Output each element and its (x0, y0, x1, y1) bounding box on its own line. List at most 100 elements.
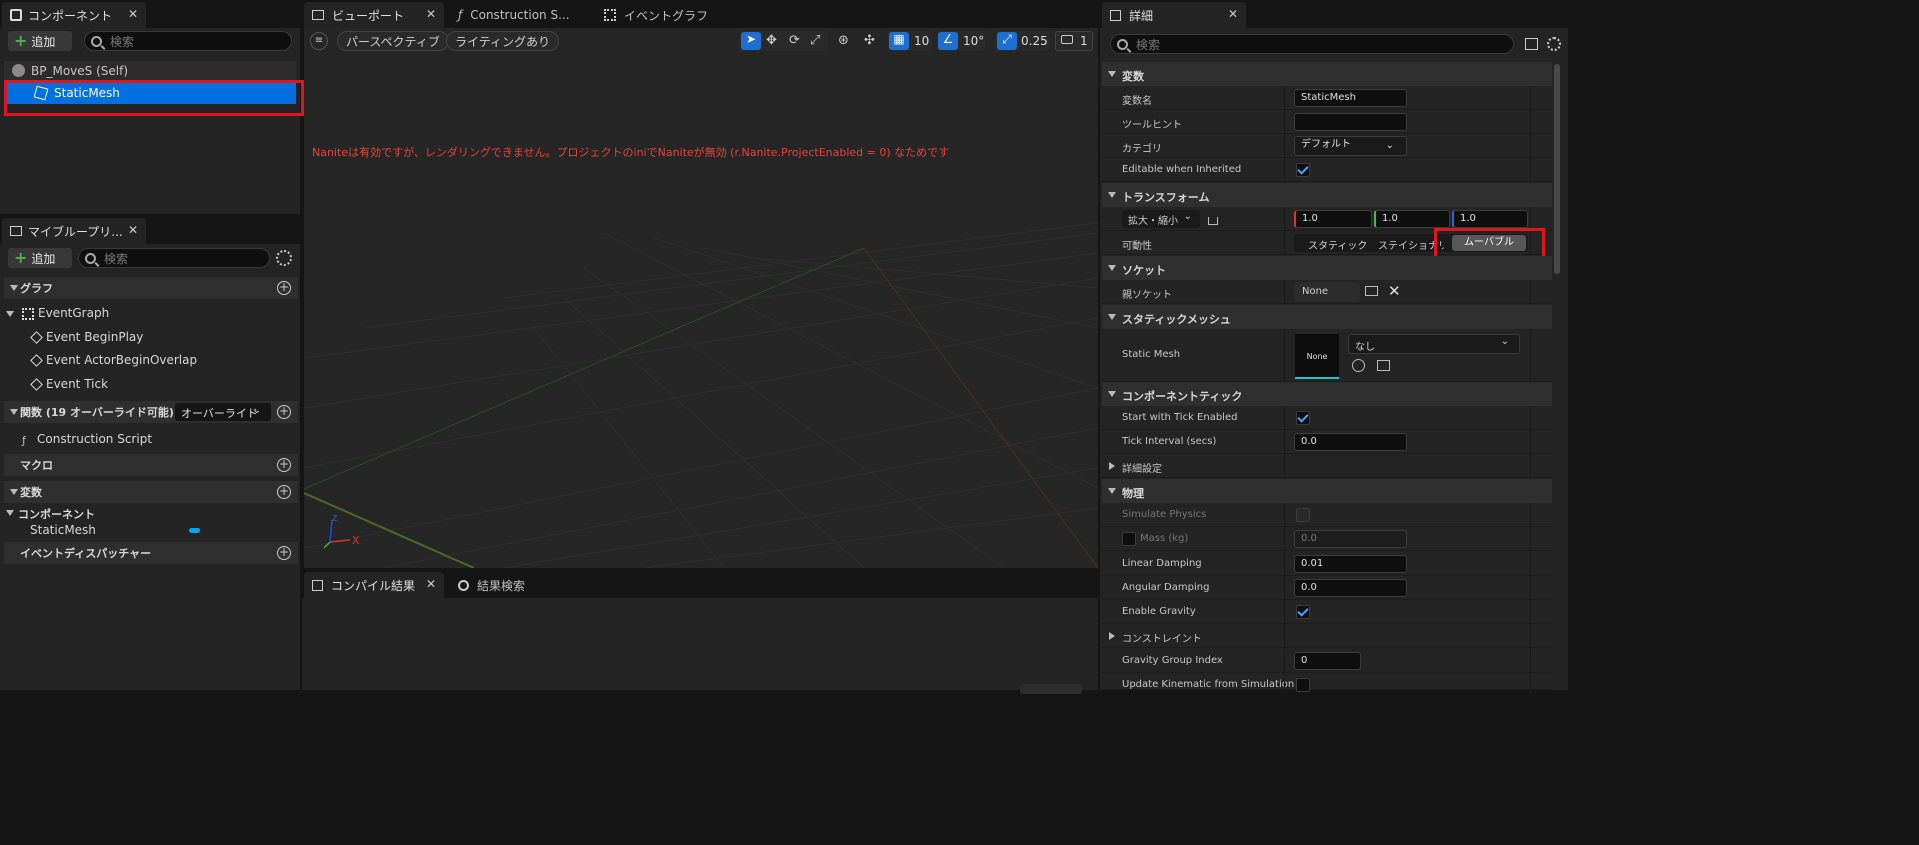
tab-details[interactable]: 詳細 ✕ (1102, 2, 1246, 28)
scale-z-input[interactable]: 1.0 (1452, 210, 1528, 228)
folder-search-icon[interactable] (1365, 286, 1378, 296)
mass-override-checkbox[interactable] (1122, 532, 1136, 546)
select-tool-icon[interactable]: ➤ (741, 32, 761, 50)
chevron-down-icon: ⌄ (1385, 140, 1394, 151)
details-scrollbar[interactable] (1554, 64, 1560, 274)
collapse-icon (1108, 314, 1116, 320)
details-search-input[interactable]: 検索 (1110, 34, 1514, 54)
category-dropdown[interactable]: デフォルト ⌄ (1294, 136, 1407, 156)
editable-checkbox[interactable] (1296, 163, 1310, 177)
perspective-button[interactable]: パースペクティブ (337, 31, 449, 51)
viewport-menu-icon[interactable]: ≡ (310, 32, 328, 50)
rotate-tool-icon[interactable]: ⟳ (789, 33, 800, 48)
tooltip-input[interactable] (1294, 113, 1407, 131)
world-space-icon[interactable]: ⊛ (838, 33, 849, 48)
tick-interval-input[interactable]: 0.0 (1294, 433, 1407, 451)
viewport-area[interactable]: Naniteは有効ですが、レンダリングできません。プロジェクトのiniでNani… (304, 28, 1098, 568)
surface-snap-icon[interactable]: ✣ (864, 33, 875, 48)
close-icon[interactable]: ✕ (128, 223, 138, 237)
gear-icon[interactable] (1547, 37, 1561, 51)
variable-staticmesh[interactable]: StaticMesh (30, 523, 96, 537)
var-name-input[interactable]: StaticMesh (1294, 89, 1407, 107)
camera-speed-button[interactable]: 1 (1055, 31, 1093, 51)
tab-construction-script[interactable]: ƒ Construction S... (450, 2, 594, 28)
row-constraints[interactable]: コンストレイント (1102, 624, 1552, 648)
tab-compile-results[interactable]: コンパイル結果 ✕ (304, 572, 444, 598)
scale-snap-icon: ⤢ (997, 32, 1017, 50)
macro-section-header[interactable]: マクロ (4, 454, 298, 476)
angular-damping-input[interactable]: 0.0 (1294, 579, 1407, 597)
gear-icon[interactable] (276, 250, 292, 266)
close-icon[interactable]: ✕ (128, 7, 138, 21)
add-graph-button[interactable]: + (277, 281, 291, 295)
add-member-button[interactable]: + 追加 (8, 248, 72, 268)
scale-tool-icon[interactable]: ⤢ (810, 33, 820, 48)
actor-icon (12, 64, 25, 77)
search-icon (91, 35, 102, 47)
tab-viewport[interactable]: ビューポート ✕ (304, 2, 444, 28)
variables-section-header[interactable]: 変数 (4, 481, 298, 503)
gravity-group-input[interactable]: 0 (1294, 652, 1361, 670)
row-angular-damping: Angular Damping 0.0 (1102, 576, 1552, 600)
collapse-icon (1108, 265, 1116, 271)
scale-x-input[interactable]: 1.0 (1294, 210, 1372, 228)
close-icon[interactable]: ✕ (1228, 7, 1238, 21)
section-static-mesh[interactable]: スタティックメッシュ (1102, 305, 1552, 329)
search-icon (85, 252, 96, 264)
static-mesh-thumbnail[interactable]: None (1295, 334, 1339, 379)
clear-button[interactable] (1020, 684, 1082, 694)
search-icon (1117, 38, 1128, 50)
static-mesh-dropdown[interactable]: なし ⌄ (1348, 334, 1520, 354)
close-icon[interactable]: ✕ (426, 577, 436, 591)
tab-event-graph[interactable]: イベントグラフ (596, 2, 736, 28)
tab-my-blueprint[interactable]: マイブループリ... ✕ (2, 218, 146, 244)
section-socket[interactable]: ソケット (1102, 256, 1552, 280)
add-component-button[interactable]: + 追加 (8, 31, 72, 51)
update-kinematic-checkbox[interactable] (1296, 678, 1310, 692)
dispatchers-section-header[interactable]: イベントディスパッチャー (4, 542, 298, 564)
enable-gravity-checkbox[interactable] (1296, 605, 1310, 619)
override-label: オーバーライド (181, 407, 258, 420)
scale-snap-toggle[interactable]: ⤢ 0.25 (996, 31, 1050, 51)
parent-socket-value[interactable]: None (1294, 282, 1360, 302)
section-variable[interactable]: 変数 (1102, 62, 1552, 86)
start-tick-checkbox[interactable] (1296, 411, 1310, 425)
section-component-tick[interactable]: コンポーネントティック (1102, 382, 1552, 406)
section-physics[interactable]: 物理 (1102, 479, 1552, 503)
add-dispatcher-button[interactable]: + (277, 546, 291, 560)
unlock-icon[interactable] (1208, 217, 1218, 225)
close-icon[interactable]: ✕ (426, 7, 436, 21)
table-view-icon[interactable] (1525, 38, 1538, 50)
graph-section-header[interactable]: グラフ (4, 277, 298, 299)
use-selected-icon[interactable] (1352, 359, 1365, 372)
tab-find-results[interactable]: 結果検索 (450, 572, 590, 598)
row-label: Tick Interval (secs) (1122, 436, 1217, 447)
macro-header-label: マクロ (20, 459, 53, 472)
add-macro-button[interactable]: + (277, 458, 291, 472)
row-gravity-group: Gravity Group Index 0 (1102, 649, 1552, 673)
mass-input[interactable]: 0.0 (1294, 530, 1407, 548)
tab-components[interactable]: コンポーネント ✕ (2, 2, 146, 28)
browse-icon[interactable] (1377, 360, 1390, 371)
mybp-search-input[interactable]: 検索 (78, 248, 270, 268)
linear-damping-input[interactable]: 0.01 (1294, 555, 1407, 573)
rotation-snap-toggle[interactable]: ∠ 10° (937, 31, 985, 51)
row-simulate-physics: Simulate Physics (1102, 503, 1552, 527)
section-transform[interactable]: トランスフォーム (1102, 183, 1552, 207)
scale-y-input[interactable]: 1.0 (1374, 210, 1450, 228)
clear-icon[interactable]: ✕ (1388, 282, 1401, 300)
graph-icon (604, 9, 616, 21)
collapse-icon (1108, 71, 1116, 77)
tree-item-self[interactable]: BP_MoveS (Self) (4, 61, 296, 81)
components-search-input[interactable]: 検索 (84, 31, 292, 51)
scale-mode-dropdown[interactable]: 拡大・縮小 ⌄ (1122, 210, 1200, 228)
add-function-button[interactable]: + (277, 405, 291, 419)
move-tool-icon[interactable]: ✥ (766, 33, 777, 48)
grid-snap-toggle[interactable]: ▦ 10 (888, 31, 932, 51)
lighting-button[interactable]: ライティングあり (446, 31, 560, 51)
row-advanced[interactable]: 詳細設定 (1102, 454, 1552, 478)
mobility-static-option[interactable]: スタティック (1308, 237, 1367, 252)
add-variable-button[interactable]: + (277, 485, 291, 499)
simulate-physics-checkbox[interactable] (1296, 508, 1310, 522)
override-dropdown[interactable]: オーバーライド ⌄ (175, 403, 271, 421)
